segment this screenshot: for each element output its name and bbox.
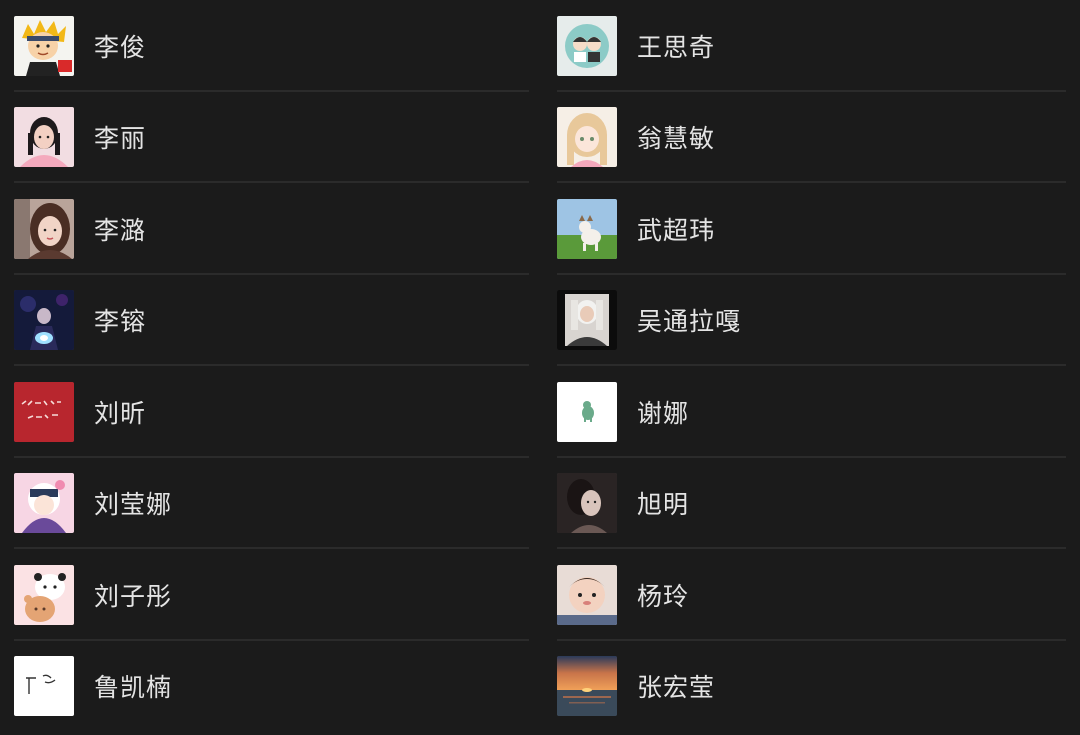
contact-row[interactable]: 鲁凯楠 bbox=[0, 641, 543, 733]
contact-name: 鲁凯楠 bbox=[94, 673, 173, 703]
contact-row[interactable]: 李丽 bbox=[0, 92, 543, 184]
anime-girl-avatar-icon bbox=[14, 473, 74, 534]
contact-column-right: 王思奇 翁慧敏 武超玮 吴通拉嘎 谢娜 旭明 杨玲 张宏莹 bbox=[543, 0, 1080, 735]
contact-list-screen: 李俊 李丽 李潞 李镕 刘昕 刘莹娜 刘子彤 鲁凯楠 王思奇 翁慧敏 武超玮 吴… bbox=[0, 0, 1080, 735]
contact-name: 王思奇 bbox=[637, 32, 716, 62]
contact-row[interactable]: 武超玮 bbox=[543, 183, 1080, 275]
sunset-avatar-icon bbox=[557, 656, 617, 717]
contact-row[interactable]: 张宏莹 bbox=[543, 641, 1080, 733]
blonde-anime-avatar-icon bbox=[557, 107, 617, 168]
contact-row[interactable]: 谢娜 bbox=[543, 366, 1080, 458]
contact-row[interactable]: 吴通拉嘎 bbox=[543, 275, 1080, 367]
handwriting-avatar-icon bbox=[14, 656, 74, 717]
red-calligraphy-avatar-icon bbox=[14, 381, 74, 442]
contact-name: 李俊 bbox=[94, 32, 147, 62]
contact-name: 武超玮 bbox=[637, 215, 716, 245]
contact-name: 李潞 bbox=[94, 215, 147, 245]
woman-selfie-avatar-icon bbox=[14, 198, 74, 259]
contact-row[interactable]: 杨玲 bbox=[543, 549, 1080, 641]
cartoon-boy-avatar-icon bbox=[14, 15, 74, 76]
contact-row[interactable]: 刘子彤 bbox=[0, 549, 543, 641]
girl-photo-avatar-icon bbox=[14, 107, 74, 168]
contact-row[interactable]: 李俊 bbox=[0, 0, 543, 92]
green-dinosaur-avatar-icon bbox=[557, 381, 617, 442]
contact-name: 翁慧敏 bbox=[637, 124, 716, 154]
contact-row[interactable]: 旭明 bbox=[543, 458, 1080, 550]
panda-bear-avatar-icon bbox=[14, 564, 74, 625]
dark-portrait-avatar-icon bbox=[557, 473, 617, 534]
contact-name: 谢娜 bbox=[637, 398, 690, 428]
contact-name: 刘子彤 bbox=[94, 581, 173, 611]
contact-list-right: 王思奇 翁慧敏 武超玮 吴通拉嘎 谢娜 旭明 杨玲 张宏莹 bbox=[543, 0, 1080, 732]
contact-name: 李镕 bbox=[94, 307, 147, 337]
contact-name: 吴通拉嘎 bbox=[637, 307, 742, 337]
contact-name: 张宏莹 bbox=[637, 673, 716, 703]
contact-row[interactable]: 刘昕 bbox=[0, 366, 543, 458]
contact-name: 刘莹娜 bbox=[94, 490, 173, 520]
contact-name: 杨玲 bbox=[637, 581, 690, 611]
contact-row[interactable]: 翁慧敏 bbox=[543, 92, 1080, 184]
contact-row[interactable]: 王思奇 bbox=[543, 0, 1080, 92]
couple-cartoon-avatar-icon bbox=[557, 15, 617, 76]
contact-name: 旭明 bbox=[637, 490, 690, 520]
dog-on-grass-avatar-icon bbox=[557, 198, 617, 259]
baby-photo-avatar-icon bbox=[557, 564, 617, 625]
contact-list-left: 李俊 李丽 李潞 李镕 刘昕 刘莹娜 刘子彤 鲁凯楠 bbox=[0, 0, 543, 732]
concert-photo-avatar-icon bbox=[14, 290, 74, 351]
contact-name: 刘昕 bbox=[94, 398, 147, 428]
contact-row[interactable]: 李镕 bbox=[0, 275, 543, 367]
contact-column-left: 李俊 李丽 李潞 李镕 刘昕 刘莹娜 刘子彤 鲁凯楠 bbox=[0, 0, 543, 735]
contact-row[interactable]: 刘莹娜 bbox=[0, 458, 543, 550]
contact-name: 李丽 bbox=[94, 124, 147, 154]
portrait-photo-avatar-icon bbox=[557, 290, 617, 351]
contact-row[interactable]: 李潞 bbox=[0, 183, 543, 275]
